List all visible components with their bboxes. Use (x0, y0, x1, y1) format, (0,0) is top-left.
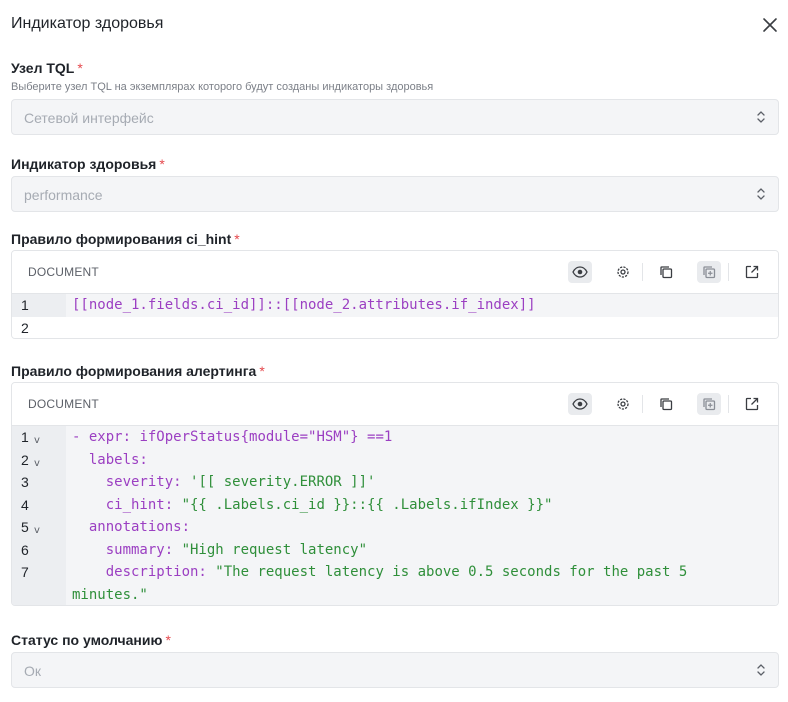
code-line: 6 summary: "High request latency" (12, 539, 778, 562)
expand-icon[interactable] (740, 261, 764, 283)
code-key: annotations: (72, 519, 191, 535)
chevron-up-down-icon (757, 188, 765, 200)
code-line: 1 v - expr: ifOperStatus{module="HSM"} =… (12, 426, 778, 449)
toolbar-divider (728, 395, 729, 413)
required-mark: * (77, 60, 83, 76)
copy-icon[interactable] (654, 393, 678, 415)
code-value: minutes." (72, 586, 148, 603)
line-number: 2 (21, 319, 29, 336)
code-key: labels: (72, 451, 148, 468)
tql-node-value: Сетевой интерфейс (24, 110, 154, 126)
toolbar-divider (642, 263, 643, 281)
alerting-rule-label: Правило формирования алертинга * (11, 363, 265, 379)
code-key: description: (72, 564, 216, 580)
line-number: 2 (21, 451, 29, 468)
code-key: severity: (72, 474, 191, 490)
code-key: - expr: (72, 429, 140, 445)
editor-mode-label: DOCUMENT (28, 265, 99, 279)
chevron-up-down-icon (757, 664, 765, 676)
tql-node-label: Узел TQL * (11, 60, 83, 76)
line-number: 4 (21, 496, 29, 513)
editor-mode-label: DOCUMENT (28, 397, 99, 411)
code-key: ci_hint: (72, 496, 182, 513)
default-status-label: Статус по умолчанию * (11, 632, 171, 648)
eye-icon[interactable] (568, 261, 592, 283)
ci-hint-code-editor[interactable]: DOCUMENT 1 [[node_1.fields.ci_id]]::[[no… (11, 250, 779, 339)
line-number: 1 (21, 429, 29, 445)
tql-node-select[interactable]: Сетевой интерфейс (11, 99, 779, 135)
required-mark: * (159, 156, 165, 172)
alerting-code-editor[interactable]: DOCUMENT 1 v - expr: ifOperStatus{module… (11, 382, 779, 606)
dialog-title: Индикатор здоровья (11, 15, 164, 32)
toolbar-divider (642, 395, 643, 413)
code-line: 2 v labels: (12, 449, 778, 472)
default-status-select[interactable]: Ок (11, 652, 779, 688)
line-number: 6 (21, 541, 29, 558)
code-area[interactable]: 1 v - expr: ifOperStatus{module="HSM"} =… (12, 426, 778, 606)
line-number: 3 (21, 474, 29, 490)
settings-icon[interactable] (611, 393, 635, 415)
required-mark: * (259, 363, 265, 379)
code-value: "{{ .Labels.ci_id }}::{{ .Labels.ifIndex… (181, 496, 553, 513)
code-line: 3 severity: '[[ severity.ERROR ]]' (12, 471, 778, 494)
health-indicator-label: Индикатор здоровья * (11, 156, 165, 172)
code-line: 4 ci_hint: "{{ .Labels.ci_id }}::{{ .Lab… (12, 494, 778, 517)
code-text: [[node_1.fields.ci_id]]::[[node_2.attrib… (72, 297, 536, 313)
line-number: 1 (21, 297, 29, 313)
code-line: 1 [[node_1.fields.ci_id]]::[[node_2.attr… (12, 294, 778, 317)
eye-icon[interactable] (568, 393, 592, 415)
settings-icon[interactable] (611, 261, 635, 283)
default-status-value: Ок (24, 663, 42, 679)
close-icon[interactable] (760, 15, 780, 35)
required-mark: * (165, 632, 171, 648)
copy-add-icon[interactable] (697, 393, 721, 415)
tql-node-hint: Выберите узел TQL на экземплярах которог… (11, 81, 434, 93)
code-line: minutes." (12, 584, 778, 606)
code-line: 2 (12, 316, 778, 338)
code-line: 5 v annotations: (12, 516, 778, 539)
code-value: '[[ severity.ERROR ]]' (190, 474, 376, 490)
code-value: ifOperStatus{module="HSM"} ==1 (139, 429, 393, 445)
required-mark: * (234, 231, 240, 247)
code-area[interactable]: 1 [[node_1.fields.ci_id]]::[[node_2.attr… (12, 294, 778, 338)
chevron-up-down-icon (757, 111, 765, 123)
copy-icon[interactable] (654, 261, 678, 283)
line-number: 5 (21, 519, 29, 535)
ci-hint-rule-label: Правило формирования ci_hint * (11, 231, 240, 247)
editor-toolbar: DOCUMENT (12, 383, 778, 426)
editor-toolbar: DOCUMENT (12, 251, 778, 294)
code-value: "High request latency" (181, 541, 368, 558)
health-indicator-value: performance (24, 187, 103, 203)
toolbar-divider (728, 263, 729, 281)
health-indicator-select[interactable]: performance (11, 176, 779, 212)
line-number: 7 (21, 564, 29, 580)
code-key: summary: (72, 541, 182, 558)
expand-icon[interactable] (740, 393, 764, 415)
code-value: "The request latency is above 0.5 second… (215, 564, 688, 580)
code-line: 7 description: "The request latency is a… (12, 561, 778, 584)
copy-add-icon[interactable] (697, 261, 721, 283)
